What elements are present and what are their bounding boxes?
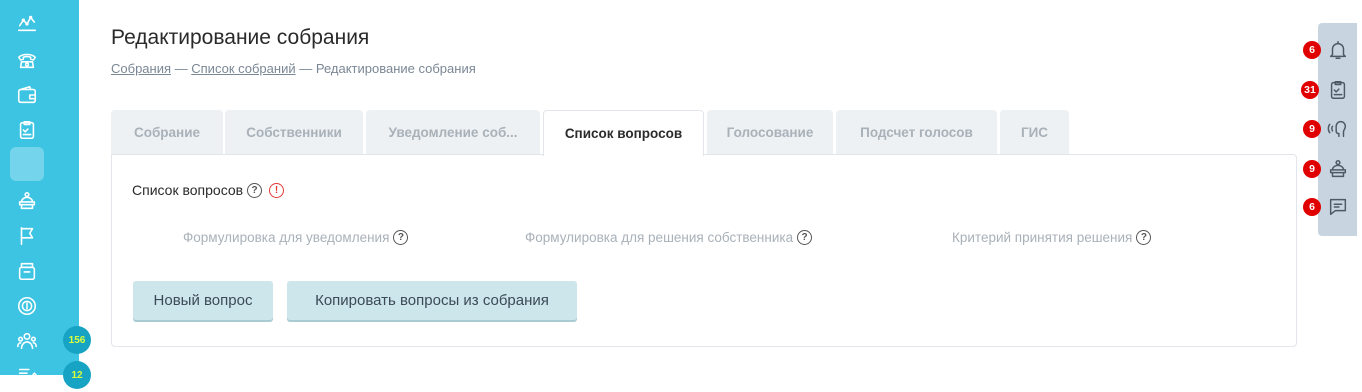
reception-icon[interactable] xyxy=(10,184,44,218)
help-icon[interactable]: ? xyxy=(393,230,409,245)
tab-voting[interactable]: Голосование xyxy=(707,110,833,155)
column-header-decision-criterion: Критерий принятия решения ? xyxy=(952,230,1152,245)
chat-icon[interactable] xyxy=(1324,193,1352,221)
voice-icon[interactable] xyxy=(1324,115,1352,143)
checklist-icon[interactable] xyxy=(10,113,44,147)
tasks-badge: 31 xyxy=(1301,81,1319,99)
tab-vote-count[interactable]: Подсчет голосов xyxy=(836,110,997,155)
help-icon[interactable]: ? xyxy=(1136,230,1152,245)
breadcrumb: Собрания — Список собраний — Редактирова… xyxy=(111,61,476,76)
notifications-badge: 6 xyxy=(1303,41,1321,59)
copy-questions-button[interactable]: Копировать вопросы из собрания xyxy=(287,281,577,320)
clipboard-check-icon[interactable] xyxy=(1324,76,1352,104)
page-title: Редактирование собрания xyxy=(111,26,370,49)
new-question-button[interactable]: Новый вопрос xyxy=(133,281,273,320)
flag-icon[interactable] xyxy=(10,219,44,253)
blank-active-icon[interactable] xyxy=(10,147,44,181)
archive-icon[interactable] xyxy=(10,254,44,288)
questions-heading: Список вопросов ? ! xyxy=(132,182,285,198)
column-header-notification: Формулировка для уведомления ? xyxy=(183,230,409,245)
breadcrumb-separator: — xyxy=(295,61,316,76)
reception-desk-icon[interactable] xyxy=(1324,155,1352,183)
help-icon[interactable]: ? xyxy=(797,230,813,245)
breadcrumb-separator: — xyxy=(171,61,192,76)
column-header-label: Формулировка для уведомления xyxy=(183,230,390,245)
warning-icon[interactable]: ! xyxy=(269,182,285,198)
coin-icon[interactable] xyxy=(10,289,44,323)
people-icon[interactable] xyxy=(10,324,44,358)
messages-badge: 6 xyxy=(1303,198,1321,216)
tab-owners[interactable]: Собственники xyxy=(225,110,363,155)
tab-owner-notification[interactable]: Уведомление соб... xyxy=(366,110,540,155)
edit-badge: 12 xyxy=(63,361,91,389)
reception-badge: 9 xyxy=(1303,160,1321,178)
tab-meeting[interactable]: Собрание xyxy=(111,110,223,155)
column-header-owner-decision: Формулировка для решения собственника ? xyxy=(525,230,813,245)
breadcrumb-current: Редактирование собрания xyxy=(315,61,476,76)
people-badge: 156 xyxy=(63,326,91,354)
breadcrumb-meetings-list-link[interactable]: Список собраний xyxy=(191,61,295,76)
analytics-icon[interactable] xyxy=(10,6,44,40)
bell-icon[interactable] xyxy=(1324,36,1352,64)
tab-questions-list[interactable]: Список вопросов xyxy=(543,110,704,156)
tab-gis[interactable]: ГИС xyxy=(1000,110,1069,155)
edit-icon[interactable] xyxy=(10,358,44,392)
column-header-label: Формулировка для решения собственника xyxy=(525,230,794,245)
help-icon[interactable]: ? xyxy=(247,182,263,198)
calls-badge: 9 xyxy=(1303,120,1321,138)
left-sidebar: 156 12 xyxy=(0,0,91,389)
wallet-icon[interactable] xyxy=(10,78,44,112)
phone-icon[interactable] xyxy=(10,43,44,77)
breadcrumb-meetings-link[interactable]: Собрания xyxy=(111,61,171,76)
questions-heading-text: Список вопросов xyxy=(132,182,244,198)
column-header-label: Критерий принятия решения xyxy=(952,230,1133,245)
